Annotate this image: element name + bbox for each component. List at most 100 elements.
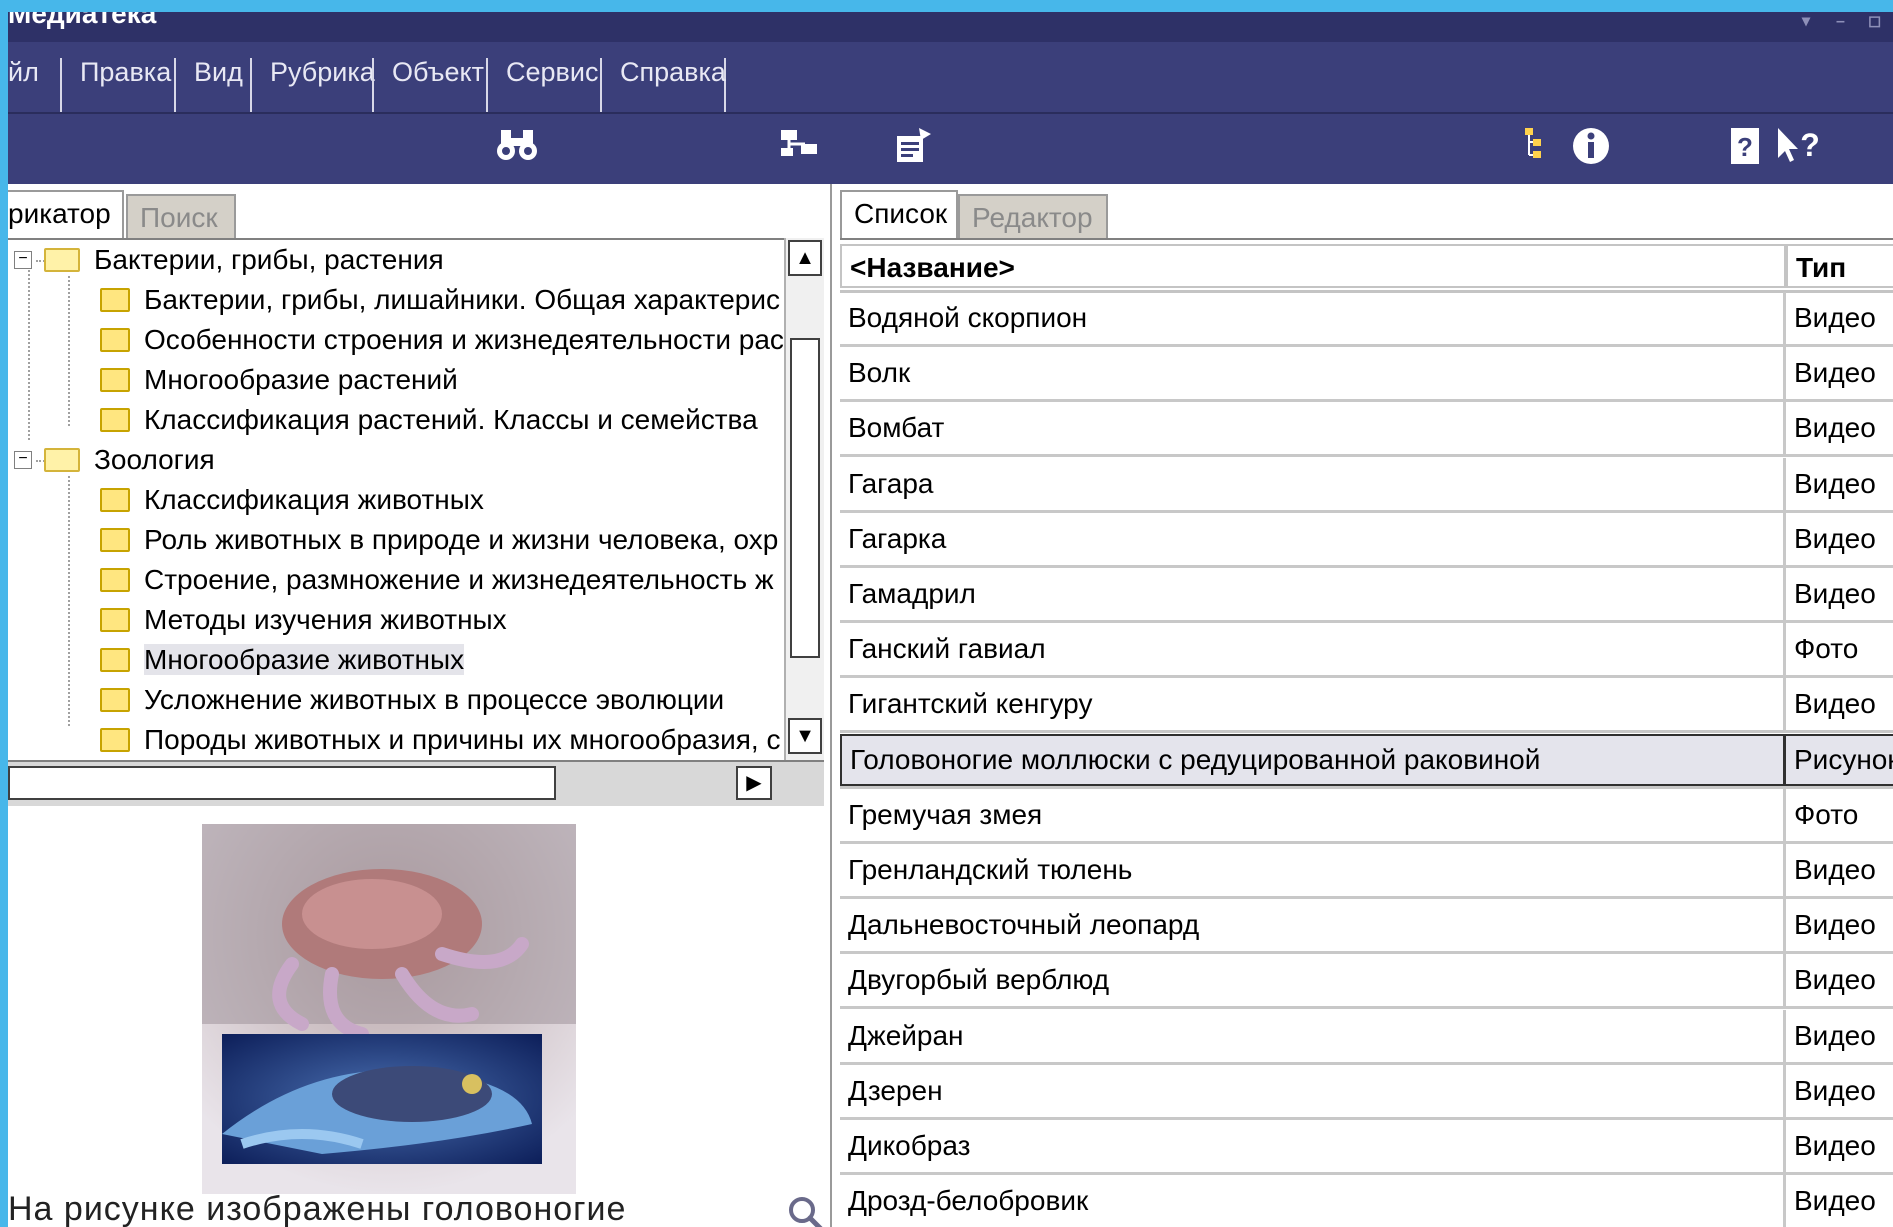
cell-name: Дикобраз bbox=[840, 1120, 1786, 1172]
network-tree-icon[interactable] bbox=[774, 124, 824, 174]
tree-item-label: Бактерии, грибы, лишайники. Общая характ… bbox=[144, 284, 780, 315]
cell-name: Гагарка bbox=[840, 512, 1786, 565]
left-pane: рикатор Поиск − Бактерии, грибы, растения… bbox=[8, 184, 832, 1227]
table-row[interactable]: Джейран Видео bbox=[840, 1009, 1893, 1065]
table-row[interactable]: Вомбат Видео bbox=[840, 402, 1893, 458]
properties-edit-icon[interactable] bbox=[888, 124, 938, 174]
folder-icon bbox=[100, 527, 130, 552]
cell-type: Видео bbox=[1794, 467, 1876, 499]
folder-icon bbox=[100, 487, 130, 512]
folder-icon bbox=[100, 327, 130, 352]
tree-item[interactable]: Усложнение животных в процессе эволюции bbox=[100, 680, 724, 720]
tab-search[interactable]: Поиск bbox=[126, 194, 236, 238]
table-row[interactable]: Гамадрил Видео bbox=[840, 568, 1893, 623]
table-row[interactable]: Ганский гавиал Фото bbox=[840, 623, 1893, 679]
table-row[interactable]: Дзерен Видео bbox=[840, 1064, 1893, 1120]
table-row[interactable]: Гагарка Видео bbox=[840, 512, 1893, 568]
table-row[interactable]: Гремучая змея Фото bbox=[840, 788, 1893, 844]
column-header-type[interactable]: Тип bbox=[1786, 244, 1893, 288]
table-row-selected[interactable]: Головоногие моллюски с редуцированной ра… bbox=[840, 733, 1893, 789]
folder-icon bbox=[100, 567, 130, 592]
cell-type: Фото bbox=[1794, 798, 1859, 830]
tree-item-label: Многообразие животных bbox=[144, 644, 465, 675]
minimize-icon[interactable]: – bbox=[1836, 14, 1845, 30]
info-icon[interactable] bbox=[1566, 124, 1616, 174]
preview-caption: На рисунке изображены головоногие bbox=[8, 1190, 627, 1227]
table-row[interactable]: Волк Видео bbox=[840, 347, 1893, 403]
cell-type: Видео bbox=[1794, 302, 1876, 333]
cell-name: Гренландский тюлень bbox=[840, 844, 1786, 896]
column-header-name[interactable]: <Название> bbox=[840, 244, 1786, 288]
cell-type: Видео bbox=[1794, 412, 1876, 444]
tree-item-label: Зоология bbox=[94, 444, 215, 475]
restore-icon[interactable]: ◻ bbox=[1868, 14, 1881, 30]
table-row[interactable]: Гагара Видео bbox=[840, 457, 1893, 513]
cell-name: Гамадрил bbox=[840, 568, 1786, 620]
table-row[interactable]: Гигантский кенгуру Видео bbox=[840, 678, 1893, 734]
tree-item-label: Породы животных и причины их многообрази… bbox=[144, 724, 781, 755]
tree-item-bacteria-fungi-plants[interactable]: − Бактерии, грибы, растения bbox=[14, 240, 444, 280]
menu-file[interactable]: йл bbox=[8, 58, 60, 112]
tree-item[interactable]: Породы животных и причины их многообрази… bbox=[100, 720, 780, 760]
preview-image bbox=[202, 824, 576, 1194]
tree-item-zoology[interactable]: − Зоология bbox=[14, 440, 215, 480]
tree-item[interactable]: Многообразие растений bbox=[100, 360, 458, 400]
tab-list[interactable]: Список bbox=[840, 190, 958, 238]
tree-item[interactable]: Бактерии, грибы, лишайники. Общая характ… bbox=[100, 280, 780, 320]
tree-item[interactable]: Классификация животных bbox=[100, 480, 484, 520]
binoculars-search-icon[interactable] bbox=[492, 124, 542, 174]
scroll-right-icon[interactable]: ▶ bbox=[736, 766, 772, 800]
toolbar: ? ? bbox=[8, 114, 1893, 184]
cell-name: Гигантский кенгуру bbox=[840, 678, 1786, 731]
tree-item-label: Методы изучения животных bbox=[144, 604, 507, 635]
tree-vertical-scrollbar[interactable]: ▲ ▼ bbox=[784, 238, 824, 760]
table-row[interactable]: Дрозд-белобровик Видео bbox=[840, 1175, 1893, 1227]
media-list-table: <Название> Тип Водяной скорпион Видео Волк… bbox=[840, 238, 1893, 1227]
tree-item[interactable]: Роль животных в природе и жизни человека… bbox=[100, 520, 778, 560]
collapse-icon[interactable]: − bbox=[14, 450, 32, 469]
folder-icon bbox=[100, 287, 130, 312]
right-pane: Список Редактор <Название> Тип Водяной с… bbox=[834, 184, 1893, 1227]
tree-item-selected[interactable]: Многообразие животных bbox=[100, 640, 465, 680]
table-row[interactable]: Двугорбый верблюд Видео bbox=[840, 954, 1893, 1010]
collapse-icon[interactable]: − bbox=[14, 250, 32, 269]
table-row[interactable]: Дальневосточный леопард Видео bbox=[840, 899, 1893, 955]
cell-name: Головоногие моллюски с редуцированной ра… bbox=[840, 733, 1786, 786]
tree-item[interactable]: Классификация растений. Классы и семейст… bbox=[100, 400, 758, 440]
menu-edit[interactable]: Правка bbox=[60, 58, 174, 112]
horizontal-scroll-track[interactable] bbox=[8, 766, 556, 800]
table-row[interactable]: Водяной скорпион Видео bbox=[840, 292, 1893, 347]
cell-name: Волк bbox=[840, 347, 1786, 400]
tree-item[interactable]: Методы изучения животных bbox=[100, 600, 507, 640]
tab-editor[interactable]: Редактор bbox=[958, 194, 1108, 238]
cell-type: Видео bbox=[1794, 964, 1876, 996]
menu-view[interactable]: Вид bbox=[174, 58, 250, 112]
folder-icon bbox=[100, 727, 130, 752]
scroll-up-icon[interactable]: ▲ bbox=[788, 240, 822, 276]
context-help-icon[interactable]: ? bbox=[1772, 124, 1822, 174]
tree-item-label: Роль животных в природе и жизни человека… bbox=[144, 524, 779, 555]
cell-type: Видео bbox=[1794, 688, 1876, 720]
menu-service[interactable]: Сервис bbox=[486, 58, 600, 112]
help-book-icon[interactable]: ? bbox=[1720, 124, 1770, 174]
chevron-down-icon[interactable]: ▾ bbox=[1802, 14, 1810, 30]
menu-rubric[interactable]: Рубрика bbox=[250, 58, 375, 112]
folder-open-icon bbox=[44, 247, 80, 272]
tree-item-label: Особенности строения и жизнедеятельности… bbox=[144, 324, 784, 355]
magnifier-zoom-icon[interactable] bbox=[786, 1194, 826, 1227]
menu-object[interactable]: Объект bbox=[372, 58, 486, 112]
cell-type: Видео bbox=[1794, 909, 1876, 941]
tab-rubricator[interactable]: рикатор bbox=[8, 190, 124, 238]
cell-type: Видео bbox=[1794, 1130, 1876, 1161]
tree-item[interactable]: Строение, размножение и жизнедеятельност… bbox=[100, 560, 774, 600]
scroll-down-icon[interactable]: ▼ bbox=[788, 718, 822, 754]
tree-view-icon[interactable] bbox=[1512, 124, 1562, 174]
menu-help[interactable]: Справка bbox=[600, 58, 726, 112]
tree-item-label: Многообразие растений bbox=[144, 364, 458, 395]
table-row[interactable]: Гренландский тюлень Видео bbox=[840, 844, 1893, 899]
scroll-thumb[interactable] bbox=[790, 338, 820, 658]
table-row[interactable]: Дикобраз Видео bbox=[840, 1120, 1893, 1175]
cell-type: Видео bbox=[1794, 522, 1876, 554]
tree-item[interactable]: Особенности строения и жизнедеятельности… bbox=[100, 320, 784, 360]
cell-name: Гагара bbox=[840, 457, 1786, 510]
